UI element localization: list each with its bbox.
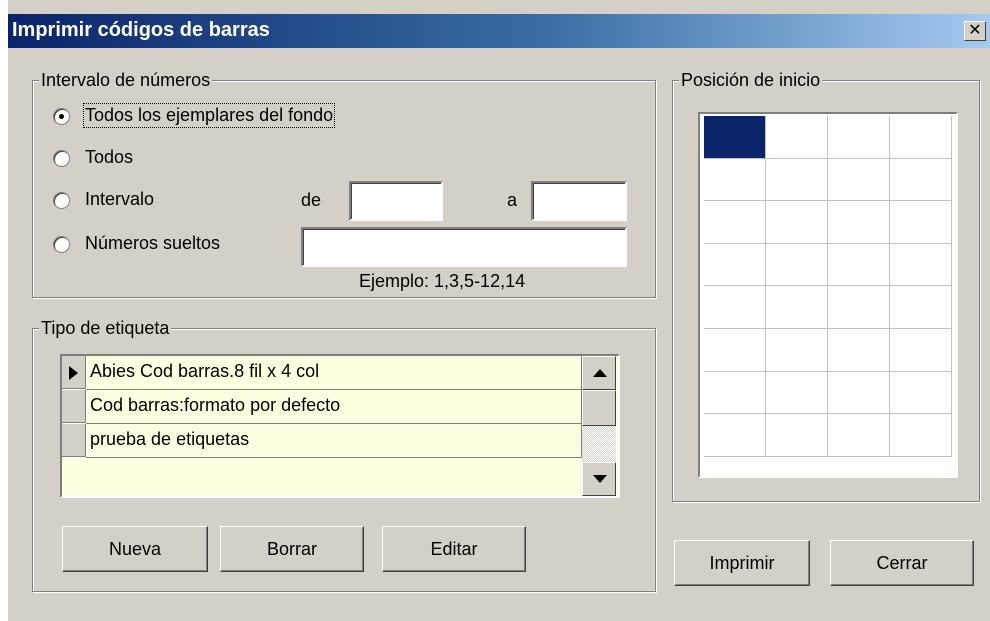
start-position-cell[interactable] <box>766 286 828 329</box>
start-position-cell[interactable] <box>890 243 952 287</box>
scroll-up-button[interactable] <box>582 356 616 390</box>
current-row-arrow-icon <box>69 366 78 380</box>
interval-from-label: de <box>301 190 322 210</box>
radio-button-all[interactable] <box>53 150 70 167</box>
radio-all[interactable]: Todos <box>53 147 253 173</box>
start-position-cell[interactable] <box>704 329 766 372</box>
start-position-legend: Posición de inicio <box>679 70 823 91</box>
table-row[interactable]: Abies Cod barras.8 fil x 4 col <box>62 356 582 390</box>
start-position-cell[interactable] <box>828 243 890 287</box>
radio-label-interval[interactable]: Intervalo <box>85 189 154 210</box>
row-indicator[interactable] <box>62 390 86 423</box>
radio-button-all-copies[interactable] <box>53 108 70 125</box>
edit-label-button[interactable]: Editar <box>382 526 526 572</box>
start-position-cell[interactable] <box>704 414 766 457</box>
start-position-cell[interactable] <box>766 414 828 457</box>
interval-from-input[interactable] <box>349 181 443 221</box>
start-position-cell[interactable] <box>704 201 766 244</box>
radio-button-interval[interactable] <box>53 192 70 209</box>
loose-numbers-input[interactable] <box>301 227 627 267</box>
radio-label-all-copies[interactable]: Todos los ejemplares del fondo <box>82 103 336 128</box>
start-position-cell[interactable] <box>766 243 828 287</box>
start-position-cell[interactable] <box>828 116 890 159</box>
start-position-cell[interactable] <box>828 286 890 329</box>
radio-button-loose-numbers[interactable] <box>53 236 70 253</box>
arrow-up-icon <box>593 369 607 377</box>
start-position-cell[interactable] <box>890 201 952 244</box>
close-window-button[interactable]: ✕ <box>964 21 986 41</box>
table-cell[interactable]: Abies Cod barras.8 fil x 4 col <box>86 356 582 390</box>
example-hint: Ejemplo: 1,3,5-12,14 <box>359 271 526 291</box>
table-row[interactable]: prueba de etiquetas <box>62 424 582 458</box>
start-position-cell[interactable] <box>766 158 828 202</box>
start-position-cell[interactable] <box>704 371 766 415</box>
number-range-legend: Intervalo de números <box>39 70 213 91</box>
start-position-cell[interactable] <box>766 116 828 159</box>
start-position-cell[interactable] <box>704 158 766 202</box>
start-position-cell[interactable] <box>890 158 952 202</box>
interval-to-input[interactable] <box>531 181 627 221</box>
radio-interval[interactable]: Intervalo <box>53 189 253 215</box>
arrow-down-icon <box>593 475 607 483</box>
window-title: Imprimir códigos de barras <box>12 19 270 41</box>
print-button[interactable]: Imprimir <box>674 540 810 586</box>
start-position-cell[interactable] <box>766 329 828 372</box>
vertical-scrollbar[interactable] <box>582 356 616 496</box>
start-position-cell[interactable] <box>890 414 952 457</box>
row-indicator[interactable] <box>62 356 86 389</box>
delete-label-button[interactable]: Borrar <box>220 526 364 572</box>
scroll-down-button[interactable] <box>582 462 616 496</box>
close-icon: ✕ <box>968 22 982 39</box>
start-position-cell[interactable] <box>828 158 890 202</box>
start-position-grid[interactable] <box>698 112 958 478</box>
start-position-cell[interactable] <box>890 116 952 159</box>
table-cell[interactable]: prueba de etiquetas <box>86 424 582 458</box>
start-position-cell[interactable] <box>890 286 952 329</box>
radio-label-loose-numbers[interactable]: Números sueltos <box>85 233 220 254</box>
start-position-cell[interactable] <box>828 329 890 372</box>
table-row[interactable]: Cod barras:formato por defecto <box>62 390 582 424</box>
table-cell[interactable]: Cod barras:formato por defecto <box>86 390 582 424</box>
radio-selected-dot-icon <box>59 114 64 119</box>
start-position-cell[interactable] <box>890 329 952 372</box>
start-position-cell[interactable] <box>890 371 952 415</box>
title-bar[interactable]: Imprimir códigos de barras ✕ <box>8 14 990 48</box>
start-position-cell[interactable] <box>704 286 766 329</box>
start-position-cell[interactable] <box>828 414 890 457</box>
interval-to-label: a <box>507 190 518 210</box>
label-type-legend: Tipo de etiqueta <box>39 318 172 339</box>
radio-all-copies[interactable]: Todos los ejemplares del fondo <box>53 103 393 131</box>
dialog-window: Imprimir códigos de barras ✕ Intervalo d… <box>8 0 990 621</box>
close-button[interactable]: Cerrar <box>830 540 974 586</box>
radio-label-all[interactable]: Todos <box>85 147 133 168</box>
start-position-cell[interactable] <box>828 201 890 244</box>
radio-loose-numbers[interactable]: Números sueltos <box>53 233 273 259</box>
start-position-cell[interactable] <box>766 371 828 415</box>
start-position-cell[interactable] <box>828 371 890 415</box>
new-label-button[interactable]: Nueva <box>62 526 208 572</box>
label-type-grid[interactable]: Abies Cod barras.8 fil x 4 col Cod barra… <box>60 354 620 498</box>
number-range-group: Intervalo de números Todos los ejemplare… <box>32 70 656 298</box>
scroll-thumb[interactable] <box>582 390 616 426</box>
row-indicator[interactable] <box>62 424 86 457</box>
start-position-cell[interactable] <box>766 201 828 244</box>
start-position-cell[interactable] <box>704 116 766 159</box>
start-position-cell[interactable] <box>704 243 766 287</box>
